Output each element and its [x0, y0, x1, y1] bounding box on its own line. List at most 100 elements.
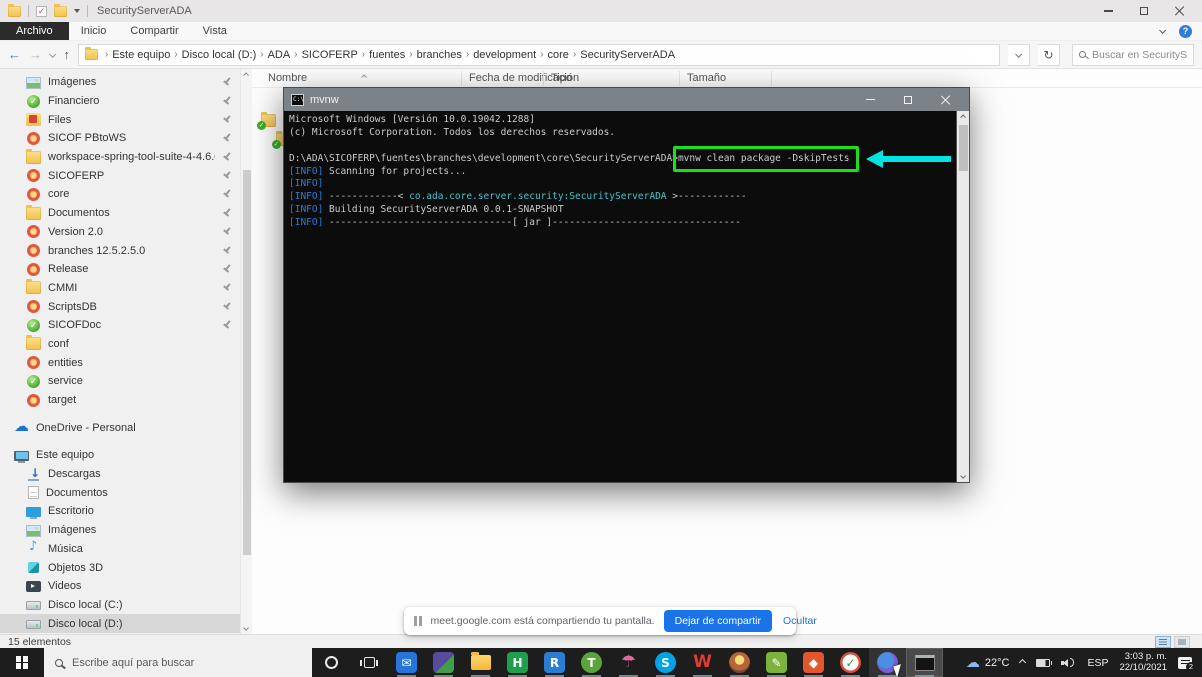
sidebar-item-target[interactable]: target [0, 391, 252, 410]
scrollbar-thumb[interactable] [959, 125, 968, 171]
sidebar-item-service[interactable]: service [0, 372, 252, 391]
up-button[interactable]: ↑ [63, 48, 70, 61]
taskbar-umbrella-app[interactable]: ☂ [610, 648, 647, 677]
thumbnail-view-button[interactable] [1174, 636, 1190, 648]
menu-tab-vista[interactable]: Vista [191, 22, 239, 40]
column-header-tama-o[interactable]: Tamaño [687, 72, 726, 84]
scroll-up-icon[interactable] [957, 111, 969, 123]
column-header-tipo[interactable]: Tipo [551, 72, 572, 84]
sidebar-item-release[interactable]: Release [0, 260, 252, 279]
sidebar-item-files[interactable]: Files [0, 110, 252, 129]
taskbar-browser-profile-app[interactable] [869, 648, 906, 677]
maximize-button[interactable] [1136, 4, 1152, 18]
taskbar-search-input[interactable] [72, 657, 301, 669]
address-bar[interactable]: ›Este equipo›Disco local (D:)›ADA›SICOFE… [78, 44, 1000, 66]
taskbar-search[interactable] [44, 648, 312, 677]
cmd-maximize-button[interactable] [900, 93, 916, 107]
sidebar-item-sicoferp[interactable]: SICOFERP [0, 166, 252, 185]
taskbar-h-app[interactable]: H [499, 648, 536, 677]
sidebar-item-este-equipo[interactable]: Este equipo [0, 446, 252, 465]
scrollbar-thumb[interactable] [243, 170, 251, 555]
file-row-folder-check-icon[interactable] [261, 114, 276, 127]
sidebar-item-sicof-pbtows[interactable]: SICOF PBtoWS [0, 129, 252, 148]
help-icon[interactable]: ? [1179, 25, 1192, 38]
breadcrumb-item-fuentes[interactable]: fuentes [369, 49, 405, 61]
breadcrumb-item-este-equipo[interactable]: Este equipo [112, 49, 170, 61]
search-input[interactable] [1092, 49, 1187, 61]
menu-tab-compartir[interactable]: Compartir [118, 22, 190, 40]
cmd-close-button[interactable] [938, 93, 954, 107]
menu-tab-archivo[interactable]: Archivo [0, 22, 69, 40]
sidebar-item-scriptsdb[interactable]: ScriptsDB [0, 297, 252, 316]
taskbar-file-explorer[interactable] [462, 648, 499, 677]
sidebar-item-sicofdoc[interactable]: SICOFDoc [0, 316, 252, 335]
sidebar-item-disco-local-d[interactable]: Disco local (D:) [0, 614, 252, 633]
menu-tab-inicio[interactable]: Inicio [69, 22, 119, 40]
scroll-up-icon[interactable] [241, 69, 252, 81]
taskbar-runner-app[interactable]: R [536, 648, 573, 677]
sidebar-item-escritorio[interactable]: Escritorio [0, 502, 252, 521]
sidebar-item-im-genes[interactable]: Imágenes [0, 521, 252, 540]
scroll-down-icon[interactable] [241, 622, 252, 634]
breadcrumb-item-development[interactable]: development [473, 49, 536, 61]
sidebar-scrollbar[interactable] [240, 69, 252, 634]
show-hidden-icons-button[interactable] [1019, 659, 1026, 666]
sidebar-item-videos[interactable]: Videos [0, 577, 252, 596]
sidebar-item-descargas[interactable]: Descargas [0, 465, 252, 484]
column-header-nombre[interactable]: Nombre [268, 72, 307, 84]
keyboard-language[interactable]: ESP [1087, 657, 1108, 669]
sidebar-item-workspace-spring-tool-suite-4-4-6-0-releasi[interactable]: workspace-spring-tool-suite-4-4.6.0.RELE… [0, 148, 252, 167]
clock[interactable]: 3:03 p. m. 22/10/2021 [1119, 652, 1167, 673]
taskbar-browser-app[interactable] [721, 648, 758, 677]
scroll-down-icon[interactable] [957, 470, 969, 482]
minimize-button[interactable] [1100, 4, 1116, 18]
cortana-button[interactable] [312, 648, 350, 677]
quick-access-toolbar-dropdown-icon[interactable] [74, 9, 80, 13]
notification-center-button[interactable]: 2 [1178, 657, 1192, 669]
properties-quick-access-icon[interactable] [36, 6, 47, 17]
sidebar-item-m-sica[interactable]: Música [0, 540, 252, 559]
recent-locations-dropdown-icon[interactable] [49, 51, 57, 59]
cmd-console[interactable]: Microsoft Windows [Versión 10.0.19042.12… [284, 111, 969, 482]
breadcrumb-item-securityserverada[interactable]: SecurityServerADA [580, 49, 675, 61]
taskbar-tortoisesvn-app[interactable]: T [573, 648, 610, 677]
taskbar-password-app[interactable] [425, 648, 462, 677]
sidebar-item-disco-local-c[interactable]: Disco local (C:) [0, 596, 252, 615]
sidebar-item-branches-12-5-2-5-0[interactable]: branches 12.5.2.5.0 [0, 241, 252, 260]
close-button[interactable] [1172, 4, 1188, 18]
breadcrumb-item-disco-local-d[interactable]: Disco local (D:) [182, 49, 257, 61]
sidebar-item-conf[interactable]: conf [0, 335, 252, 354]
sidebar-item-objetos-3d[interactable]: Objetos 3D [0, 558, 252, 577]
sidebar-item-documentos[interactable]: Documentos [0, 483, 252, 502]
expand-ribbon-icon[interactable] [1159, 27, 1167, 35]
back-button[interactable]: ← [8, 48, 21, 61]
cmd-titlebar[interactable]: C:\ mvnw [284, 88, 969, 111]
cmd-minimize-button[interactable] [862, 93, 878, 107]
sidebar-item-cmmi[interactable]: CMMI [0, 279, 252, 298]
taskbar-image-editor-app[interactable]: ✎ [758, 648, 795, 677]
hide-link[interactable]: Ocultar [783, 615, 817, 627]
sidebar-item-entities[interactable]: entities [0, 353, 252, 372]
sidebar-item-onedrive-personal[interactable]: OneDrive - Personal [0, 418, 252, 437]
explorer-search-box[interactable] [1072, 44, 1194, 66]
address-dropdown-button[interactable] [1008, 44, 1030, 66]
weather-widget[interactable]: ☁ 22°C [966, 656, 1010, 670]
task-view-button[interactable] [350, 648, 388, 677]
taskbar-skype[interactable]: S [647, 648, 684, 677]
details-view-button[interactable] [1155, 636, 1171, 648]
sidebar-item-documentos[interactable]: Documentos [0, 204, 252, 223]
breadcrumb-item-core[interactable]: core [548, 49, 569, 61]
cmd-scrollbar[interactable] [956, 111, 969, 482]
breadcrumb-item-branches[interactable]: branches [417, 49, 462, 61]
volume-icon[interactable] [1061, 657, 1076, 668]
sidebar-item-core[interactable]: core [0, 185, 252, 204]
forward-button[interactable]: → [29, 48, 42, 61]
breadcrumb-item-sicoferp[interactable]: SICOFERP [302, 49, 358, 61]
taskbar-wps-office[interactable]: W [684, 648, 721, 677]
taskbar-scheduler-app[interactable]: ✓ [832, 648, 869, 677]
start-button[interactable] [0, 648, 44, 677]
battery-icon[interactable] [1036, 659, 1050, 667]
taskbar-mail-app[interactable]: ✉ [388, 648, 425, 677]
taskbar-cmd-app[interactable] [906, 648, 943, 677]
breadcrumb-item-ada[interactable]: ADA [268, 49, 291, 61]
